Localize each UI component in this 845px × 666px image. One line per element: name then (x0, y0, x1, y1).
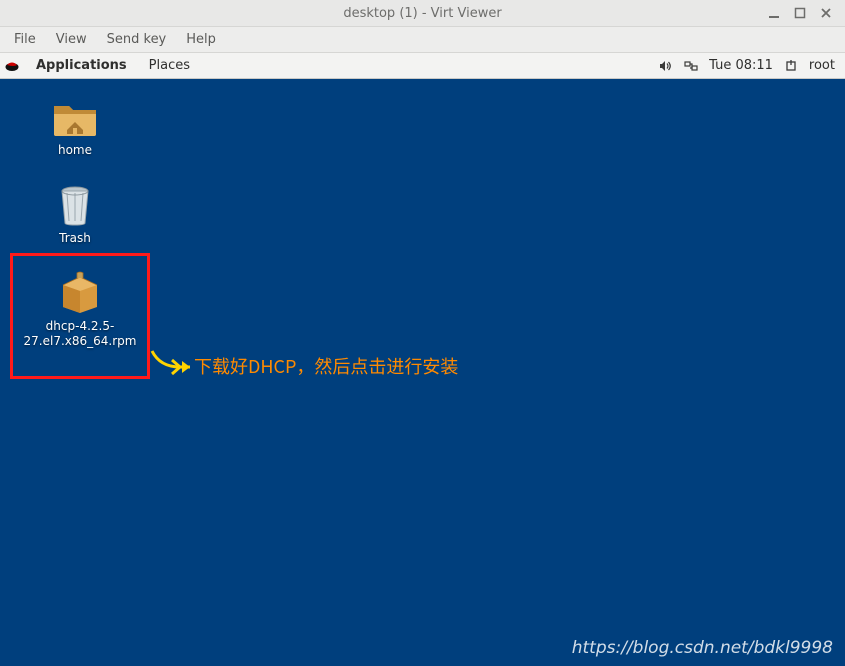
network-icon[interactable] (683, 58, 699, 74)
watermark-text: https://blog.csdn.net/bdkl9998 (572, 638, 833, 658)
virtviewer-titlebar: desktop (1) - Virt Viewer (0, 0, 845, 27)
clock-label[interactable]: Tue 08:11 (709, 58, 773, 73)
applications-menu[interactable]: Applications (30, 56, 133, 75)
window-controls (767, 0, 841, 26)
desktop-icon-label: home (58, 143, 92, 158)
annotation-arrow-icon (150, 349, 190, 379)
virtviewer-menubar: File View Send key Help (0, 27, 845, 53)
annotation-text: 下载好DHCP，然后点击进行安装 (194, 353, 458, 379)
volume-icon[interactable] (657, 58, 673, 74)
gnome-top-panel: Applications Places Tue 08:11 root (0, 53, 845, 79)
menu-help[interactable]: Help (178, 30, 224, 49)
desktop-icon-label: Trash (59, 231, 91, 246)
power-icon[interactable] (783, 58, 799, 74)
menu-sendkey[interactable]: Send key (99, 30, 175, 49)
redhat-logo-icon (4, 58, 20, 74)
close-button[interactable] (819, 6, 833, 20)
gnome-panel-left: Applications Places (4, 56, 196, 75)
user-label[interactable]: root (809, 58, 835, 73)
menu-view[interactable]: View (48, 30, 95, 49)
window-title: desktop (1) - Virt Viewer (0, 6, 845, 21)
desktop-area[interactable]: home Trash dhcp-4.2.5-27.el7.x86_64.rpm (0, 79, 845, 666)
desktop-icon-rpm[interactable]: dhcp-4.2.5-27.el7.x86_64.rpm (20, 269, 140, 349)
desktop-icon-label: dhcp-4.2.5-27.el7.x86_64.rpm (20, 319, 140, 349)
places-menu[interactable]: Places (143, 56, 196, 75)
desktop-icon-home[interactable]: home (20, 93, 130, 158)
package-icon (56, 269, 104, 317)
gnome-panel-right: Tue 08:11 root (657, 58, 841, 74)
desktop-icon-trash[interactable]: Trash (20, 181, 130, 246)
minimize-button[interactable] (767, 6, 781, 20)
maximize-button[interactable] (793, 6, 807, 20)
folder-home-icon (51, 93, 99, 141)
trash-icon (51, 181, 99, 229)
menu-file[interactable]: File (6, 30, 44, 49)
